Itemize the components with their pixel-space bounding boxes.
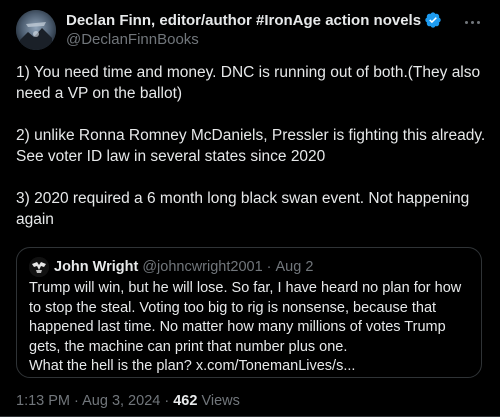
quoted-line: to stop the steal. Voting too big to rig… <box>29 299 437 316</box>
quoted-line: gets, the machine can print that number … <box>29 338 348 355</box>
more-options-icon[interactable] <box>462 12 482 32</box>
meta-separator: · <box>164 393 170 409</box>
tweet-time[interactable]: 1:13 PM <box>16 393 70 409</box>
author-handle[interactable]: @DeclanFinnBooks <box>66 31 199 48</box>
views-label: Views <box>201 393 240 409</box>
more-dot <box>470 20 474 24</box>
quoted-date[interactable]: Aug 2 <box>275 259 313 275</box>
tweet-paragraph-2: 2) unlike Ronna Romney McDaniels, Pressl… <box>16 127 486 165</box>
tweet-card[interactable]: Declan Finn, editor/author #IronAge acti… <box>0 0 500 417</box>
quoted-author-handle[interactable]: @johncwright2001 <box>142 259 262 275</box>
tweet-date[interactable]: Aug 3, 2024 <box>82 393 160 409</box>
views-count[interactable]: 462 <box>173 393 197 409</box>
tweet-paragraph-3: 3) 2020 required a 6 month long black sw… <box>16 190 470 228</box>
quoted-line: What the hell is the plan? x.com/Toneman… <box>29 358 356 374</box>
quoted-line: Trump will win, but he will lose. So far… <box>29 280 462 296</box>
quoted-separator: · <box>266 259 272 275</box>
author-avatar-image <box>16 10 56 50</box>
quoted-tweet-text: Trump will win, but he will lose. So far… <box>29 279 469 377</box>
quoted-author-name[interactable]: John Wright <box>54 259 138 275</box>
author-avatar[interactable] <box>16 10 56 50</box>
tweet-text: 1) You need time and money. DNC is runni… <box>16 62 486 251</box>
more-dot <box>476 20 480 24</box>
author-name-row: Declan Finn, editor/author #IronAge acti… <box>66 11 442 29</box>
quoted-line: happened last time. No matter how many m… <box>29 319 446 335</box>
verified-badge-icon[interactable] <box>424 11 442 29</box>
tweet-paragraph-1: 1) You need time and money. DNC is runni… <box>16 64 481 102</box>
quoted-author-avatar[interactable] <box>29 257 49 277</box>
author-display-name[interactable]: Declan Finn, editor/author #IronAge acti… <box>66 12 421 29</box>
quoted-tweet-header: John Wright @johncwright2001 · Aug 2 <box>29 257 313 277</box>
tweet-metadata: 1:13 PM · Aug 3, 2024 · 462 Views <box>16 393 240 409</box>
quoted-tweet[interactable]: John Wright @johncwright2001 · Aug 2 Tru… <box>16 247 482 378</box>
more-dot <box>464 20 468 24</box>
meta-separator: · <box>74 393 79 409</box>
